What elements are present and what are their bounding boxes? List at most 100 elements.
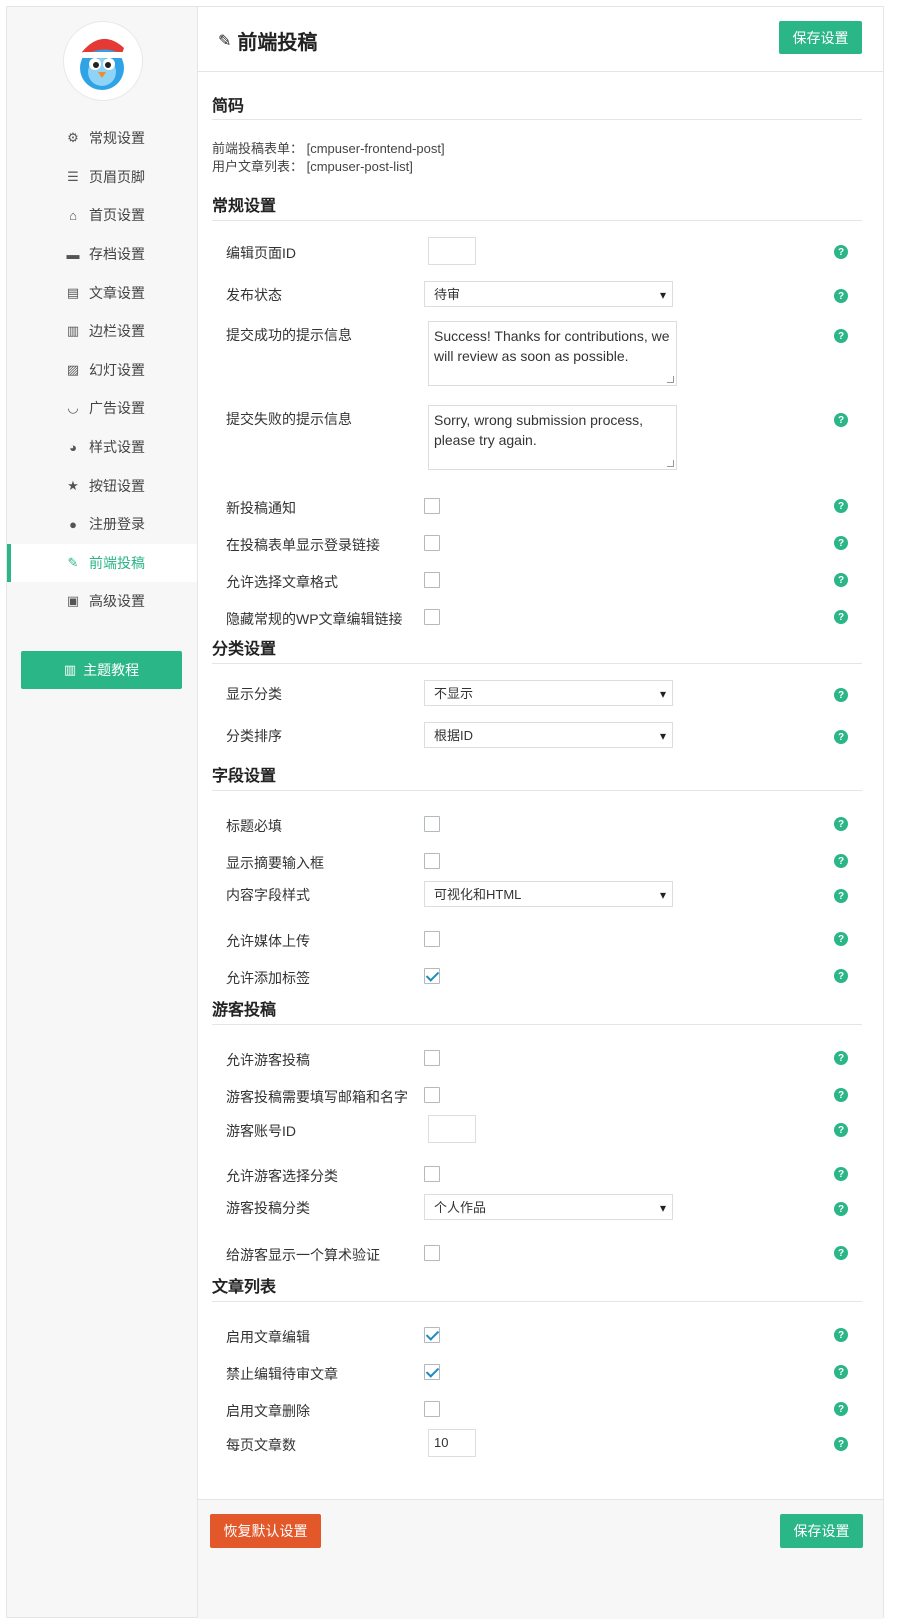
fail-message-label: 提交失败的提示信息 [226, 411, 352, 427]
allow-guest-category-checkbox[interactable] [424, 1166, 440, 1182]
help-icon[interactable]: ? [834, 1365, 848, 1379]
help-icon[interactable]: ? [834, 573, 848, 587]
sidebar-item-9[interactable]: ★ 按钮设置 [7, 466, 197, 505]
guest-category-label: 游客投稿分类 [226, 1200, 310, 1216]
category-order-select[interactable]: 根据ID [424, 722, 673, 749]
allow-guest-checkbox[interactable] [424, 1050, 440, 1066]
help-icon[interactable]: ? [834, 1088, 848, 1102]
help-icon[interactable]: ? [834, 1437, 848, 1451]
header-footer-icon: ☰ [67, 168, 79, 184]
page-title: ✎ 前端投稿 [218, 26, 317, 55]
row-title-required: 标题必填 ? [212, 807, 862, 844]
reset-defaults-button[interactable]: 恢复默认设置 [210, 1514, 321, 1548]
help-icon[interactable]: ? [834, 1402, 848, 1416]
row-content-style: 内容字段样式 可视化和HTML ? [212, 881, 862, 922]
section-title-general: 常规设置 [212, 192, 862, 221]
enable-edit-label: 启用文章编辑 [226, 1329, 310, 1345]
help-icon[interactable]: ? [834, 610, 848, 624]
help-icon[interactable]: ? [834, 499, 848, 513]
help-icon[interactable]: ? [834, 1123, 848, 1137]
theme-guide-label: 主题教程 [83, 662, 140, 678]
require-email-name-checkbox[interactable] [424, 1087, 440, 1103]
new-post-notify-label: 新投稿通知 [226, 500, 296, 516]
success-message-textarea[interactable]: Success! Thanks for contributions, we wi… [428, 321, 677, 386]
allow-post-format-checkbox[interactable] [424, 572, 440, 588]
allow-tags-checkbox[interactable] [424, 968, 440, 984]
sidebar-item-6[interactable]: ▨ 幻灯设置 [7, 351, 197, 390]
per-page-input[interactable]: 10 [428, 1429, 476, 1457]
sidebar-item-8[interactable]: ◕ 样式设置 [7, 428, 197, 467]
allow-media-checkbox[interactable] [424, 931, 440, 947]
row-publish-status: 发布状态 待审 ? [212, 281, 862, 321]
show-login-link-checkbox[interactable] [424, 535, 440, 551]
help-icon[interactable]: ? [834, 1202, 848, 1216]
help-icon[interactable]: ? [834, 854, 848, 868]
section-title-fields: 字段设置 [212, 762, 862, 791]
guest-account-id-label: 游客账号ID [226, 1123, 296, 1139]
help-icon[interactable]: ? [834, 969, 848, 983]
allow-media-label: 允许媒体上传 [226, 933, 310, 949]
help-icon[interactable]: ? [834, 1051, 848, 1065]
save-button-bottom[interactable]: 保存设置 [780, 1514, 863, 1548]
sidebar-item-0[interactable]: ⚙ 常规设置 [7, 119, 197, 158]
sidebar-item-10[interactable]: ● 注册登录 [7, 505, 197, 544]
hide-wp-edit-link-checkbox[interactable] [424, 609, 440, 625]
help-icon[interactable]: ? [834, 245, 848, 259]
row-require-email-name: 游客投稿需要填写邮箱和名字 ? [212, 1078, 862, 1115]
allow-post-format-label: 允许选择文章格式 [226, 574, 338, 590]
disable-pending-edit-label: 禁止编辑待审文章 [226, 1366, 338, 1382]
help-icon[interactable]: ? [834, 889, 848, 903]
show-excerpt-checkbox[interactable] [424, 853, 440, 869]
sidebar-nav: ⚙ 常规设置 ☰ 页眉页脚 ⌂ 首页设置 ▬ 存档设置 ▤ 文章设置 ▥ 边栏设置 ▨ 幻灯设置 ◡ 广告设置… [7, 119, 197, 621]
help-icon[interactable]: ? [834, 1167, 848, 1181]
guest-account-id-input[interactable] [428, 1115, 476, 1143]
enable-delete-checkbox[interactable] [424, 1401, 440, 1417]
sidebar-item-label: 前端投稿 [89, 554, 145, 571]
theme-guide-button[interactable]: ▥ 主题教程 [21, 651, 182, 689]
new-post-notify-checkbox[interactable] [424, 498, 440, 514]
fail-message-textarea[interactable]: Sorry, wrong submission process, please … [428, 405, 677, 470]
help-icon[interactable]: ? [834, 817, 848, 831]
help-icon[interactable]: ? [834, 688, 848, 702]
smile-icon: ◡ [67, 400, 79, 416]
section-title-guest: 游客投稿 [212, 996, 862, 1025]
sidebar-item-label: 页眉页脚 [89, 168, 145, 185]
row-math-captcha: 给游客显示一个算术验证 ? [212, 1236, 862, 1273]
section-title-post-list: 文章列表 [212, 1273, 862, 1302]
enable-edit-checkbox[interactable] [424, 1327, 440, 1343]
publish-status-select[interactable]: 待审 [424, 281, 673, 308]
pencil-icon: ✎ [67, 554, 79, 570]
row-edit-page-id: 编辑页面ID ? [212, 237, 862, 281]
sidebar-item-7[interactable]: ◡ 广告设置 [7, 389, 197, 428]
edit-page-id-input[interactable] [428, 237, 476, 265]
section-title-category: 分类设置 [212, 635, 862, 664]
row-hide-wp-edit-link: 隐藏常规的WP文章编辑链接 ? [212, 600, 862, 637]
sidebar-item-4[interactable]: ▤ 文章设置 [7, 273, 197, 312]
sidebar-item-11[interactable]: ✎ 前端投稿 [7, 543, 197, 583]
pencil-icon: ✎ [218, 32, 232, 50]
help-icon[interactable]: ? [834, 289, 848, 303]
sidebar-item-5[interactable]: ▥ 边栏设置 [7, 312, 197, 351]
help-icon[interactable]: ? [834, 413, 848, 427]
home-icon: ⌂ [69, 207, 77, 223]
help-icon[interactable]: ? [834, 1328, 848, 1342]
help-icon[interactable]: ? [834, 329, 848, 343]
title-required-checkbox[interactable] [424, 816, 440, 832]
math-captcha-checkbox[interactable] [424, 1245, 440, 1261]
sidebar-item-1[interactable]: ☰ 页眉页脚 [7, 158, 197, 197]
guest-category-select[interactable]: 个人作品 [424, 1194, 673, 1221]
math-captcha-label: 给游客显示一个算术验证 [226, 1247, 380, 1263]
disable-pending-edit-checkbox[interactable] [424, 1364, 440, 1380]
sidebar-item-label: 注册登录 [89, 516, 145, 533]
sidebar-item-12[interactable]: ▣ 高级设置 [7, 582, 197, 621]
sidebar-item-3[interactable]: ▬ 存档设置 [7, 235, 197, 274]
show-category-select[interactable]: 不显示 [424, 680, 673, 707]
help-icon[interactable]: ? [834, 932, 848, 946]
help-icon[interactable]: ? [834, 1246, 848, 1260]
sidebar-item-2[interactable]: ⌂ 首页设置 [7, 196, 197, 235]
save-button-top[interactable]: 保存设置 [779, 21, 862, 54]
section-title-shortcode: 简码 [212, 72, 862, 120]
help-icon[interactable]: ? [834, 730, 848, 744]
help-icon[interactable]: ? [834, 536, 848, 550]
content-style-select[interactable]: 可视化和HTML [424, 881, 673, 908]
